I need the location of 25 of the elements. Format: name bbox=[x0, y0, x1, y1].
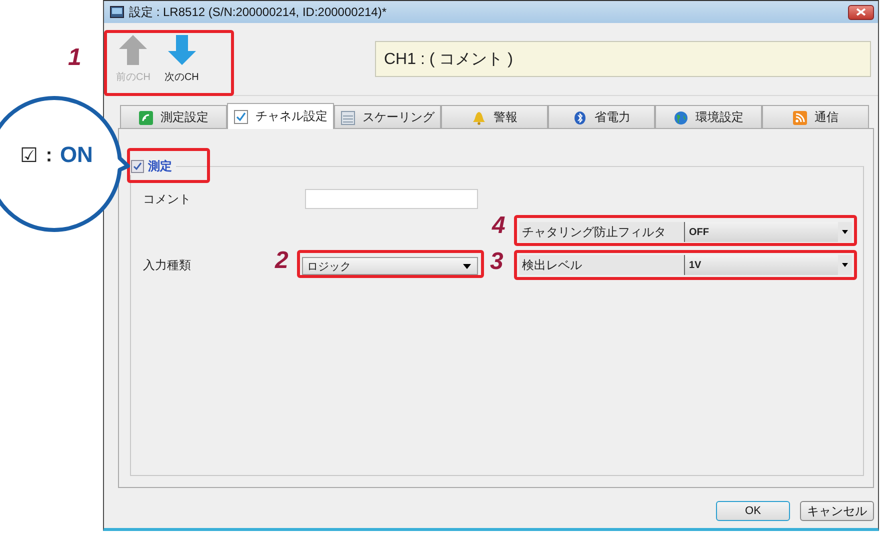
group-label: 測定 bbox=[148, 158, 172, 175]
channel-nav-button[interactable]: 次のCH bbox=[164, 34, 199, 84]
cancel-button[interactable]: キャンセル bbox=[800, 501, 874, 521]
step-number: 2 bbox=[275, 249, 288, 273]
settings-tab[interactable]: 測定設定 bbox=[120, 105, 227, 129]
settings-tab[interactable]: 通信 bbox=[762, 105, 869, 129]
dropdown-field[interactable]: 検出レベル 1V bbox=[519, 255, 852, 275]
ok-button[interactable]: OK bbox=[716, 501, 790, 521]
settings-tab[interactable]: 環境設定 bbox=[655, 105, 762, 129]
dropdown-field[interactable]: チャタリング防止フィルタ OFF bbox=[519, 222, 852, 242]
step-number: 4 bbox=[492, 214, 506, 238]
settings-tab[interactable]: チャネル設定 bbox=[227, 103, 334, 129]
window-title: 設定 : LR8512 (S/N:200000214, ID:200000214)* bbox=[129, 4, 388, 20]
step-number: 3 bbox=[490, 250, 504, 274]
field-label: コメント bbox=[143, 190, 191, 208]
callout-text: ON bbox=[60, 142, 93, 168]
settings-tab[interactable]: スケーリング bbox=[334, 105, 441, 129]
step-number: 1 bbox=[68, 46, 82, 70]
field-label: 入力種類 bbox=[143, 256, 191, 274]
callout-colon: ： bbox=[40, 144, 58, 167]
channel-comment-display: CH1 : ( コメント ) bbox=[375, 41, 871, 77]
settings-tab[interactable]: 省電力 bbox=[548, 105, 655, 129]
dropdown-field[interactable]: ロジック bbox=[302, 257, 478, 275]
settings-tab[interactable]: 警報 bbox=[441, 105, 548, 129]
callout-symbol: ☑ bbox=[20, 144, 38, 168]
